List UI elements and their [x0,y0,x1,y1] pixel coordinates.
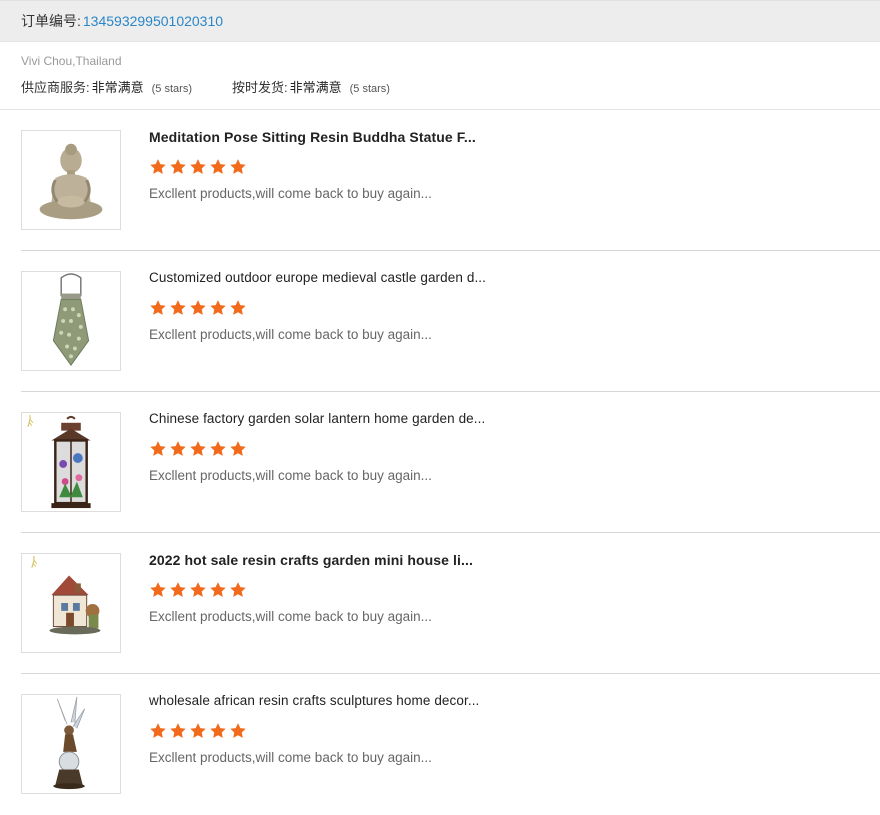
review-item: 2022 hot sale resin crafts garden mini h… [0,533,880,674]
star-icon [229,581,249,600]
star-icon [209,440,229,459]
product-title[interactable]: Chinese factory garden solar lantern hom… [149,411,489,426]
order-number-label: 订单编号: [21,13,81,29]
product-thumbnail-fairy-sculpture[interactable] [21,694,121,794]
star-icon [169,158,189,177]
review-comment: Excllent products,will come back to buy … [149,609,432,624]
solar-lantern-image [27,414,91,509]
star-icon [149,581,169,600]
star-icon [209,722,229,741]
star-rating [149,158,249,177]
star-icon [229,722,249,741]
star-icon [189,299,209,318]
star-icon [229,299,249,318]
star-icon [149,440,169,459]
rating-stars-text: (5 stars) [349,83,390,95]
supplier-ratings: 供应商服务: 非常满意 (5 stars) 按时发货: 非常满意 (5 star… [21,77,390,96]
rating-stars-text: (5 stars) [151,83,192,95]
star-icon [209,158,229,177]
review-comment: Excllent products,will come back to buy … [149,327,432,342]
order-number-link[interactable]: 134593299501020310 [83,13,223,29]
review-item: Meditation Pose Sitting Resin Buddha Sta… [0,110,880,251]
star-icon [189,158,209,177]
review-item: Chinese factory garden solar lantern hom… [0,392,880,533]
star-icon [169,440,189,459]
star-rating [149,299,249,318]
product-title[interactable]: Meditation Pose Sitting Resin Buddha Sta… [149,129,489,145]
hanging-lantern-image [52,273,90,366]
buyer-info: Vivi Chou,Thailand 供应商服务: 非常满意 (5 stars)… [0,42,880,110]
review-comment: Excllent products,will come back to buy … [149,186,432,201]
star-icon [189,440,209,459]
star-icon [189,581,209,600]
star-rating [149,440,249,459]
product-title[interactable]: wholesale african resin crafts sculpture… [149,693,489,708]
fairy-sculpture-image [53,696,86,790]
star-icon [149,722,169,741]
order-header: 订单编号: 134593299501020310 [0,0,880,42]
product-thumbnail-mini-house[interactable] [21,553,121,653]
star-icon [169,722,189,741]
star-icon [209,581,229,600]
rating-value: 非常满意 [91,80,144,95]
review-comment: Excllent products,will come back to buy … [149,750,432,765]
star-rating [149,581,249,600]
product-thumbnail-hanging-lantern[interactable] [21,271,121,371]
star-icon [149,299,169,318]
on-time-delivery-rating: 按时发货: 非常满意 (5 stars) [232,77,390,96]
product-thumbnail-buddha-statue[interactable] [21,130,121,230]
rating-label: 供应商服务: [21,80,90,95]
buyer-name: Vivi Chou,Thailand [21,54,122,68]
star-icon [189,722,209,741]
star-icon [229,158,249,177]
star-icon [229,440,249,459]
review-comment: Excllent products,will come back to buy … [149,468,432,483]
star-icon [209,299,229,318]
rating-label: 按时发货: [231,80,288,95]
review-item: Customized outdoor europe medieval castl… [0,251,880,392]
star-icon [169,299,189,318]
star-icon [169,581,189,600]
star-icon [149,158,169,177]
star-rating [149,722,249,741]
product-thumbnail-solar-lantern[interactable] [21,412,121,512]
product-title[interactable]: Customized outdoor europe medieval castl… [149,270,489,285]
mini-house-image [31,555,101,635]
rating-value: 非常满意 [289,80,342,95]
product-title[interactable]: 2022 hot sale resin crafts garden mini h… [149,552,489,568]
buddha-statue-image [39,143,103,220]
review-item: wholesale african resin crafts sculpture… [0,674,880,815]
supplier-service-rating: 供应商服务: 非常满意 (5 stars) [21,77,192,96]
